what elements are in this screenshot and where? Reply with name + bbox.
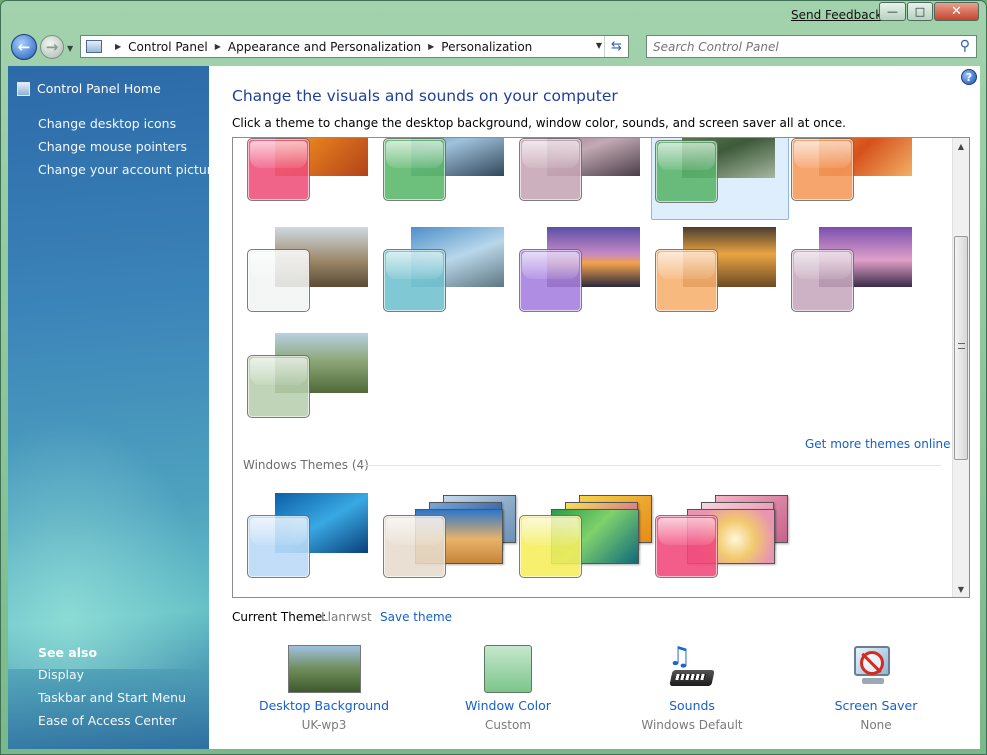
theme-color-swatch xyxy=(247,138,310,201)
breadcrumb-separator-icon[interactable]: ▶ xyxy=(115,42,121,51)
address-dropdown-icon[interactable]: ▼ xyxy=(596,41,602,50)
theme-list-scrollbar[interactable]: ▲ ▼ xyxy=(952,138,969,597)
current-theme-label: Current Theme: xyxy=(232,610,327,624)
theme-tile[interactable] xyxy=(247,138,383,218)
change-desktop-icons-link[interactable]: Change desktop icons xyxy=(38,116,176,131)
taskbar-start-menu-link[interactable]: Taskbar and Start Menu xyxy=(38,690,186,705)
breadcrumb-control-panel[interactable]: Control Panel xyxy=(128,40,208,54)
forward-button[interactable]: → xyxy=(40,35,64,59)
scroll-down-arrow-icon[interactable]: ▼ xyxy=(953,581,969,597)
change-account-picture-link[interactable]: Change your account picture xyxy=(38,162,219,177)
refresh-button[interactable]: ⇆ xyxy=(604,36,628,57)
sidebar-decoration xyxy=(8,419,209,669)
search-box[interactable]: ⚲ xyxy=(646,35,977,58)
sounds-icon: ♫ xyxy=(666,642,718,692)
page-description: Click a theme to change the desktop back… xyxy=(232,116,846,130)
theme-color-swatch xyxy=(655,249,718,312)
screen-saver-link[interactable]: Screen Saver xyxy=(786,698,966,713)
sidebar: Control Panel Home Change desktop icons … xyxy=(8,66,219,749)
theme-color-swatch xyxy=(791,138,854,201)
screen-saver-value: None xyxy=(860,718,892,732)
back-button[interactable]: ← xyxy=(11,34,37,60)
scrollbar-thumb[interactable] xyxy=(954,236,968,460)
ease-of-access-link[interactable]: Ease of Access Center xyxy=(38,713,177,728)
windows-themes-group-label: Windows Themes (4) xyxy=(243,458,369,472)
theme-tile[interactable] xyxy=(247,493,383,595)
breadcrumb-appearance[interactable]: Appearance and Personalization xyxy=(228,40,421,54)
theme-tile[interactable] xyxy=(791,138,927,218)
send-feedback-link[interactable]: Send Feedback xyxy=(791,8,882,22)
search-input[interactable] xyxy=(647,36,937,57)
theme-tile[interactable] xyxy=(519,227,655,329)
theme-tile[interactable] xyxy=(519,493,655,595)
control-panel-home-link[interactable]: Control Panel Home xyxy=(37,81,161,96)
theme-color-swatch xyxy=(655,515,718,578)
theme-tile[interactable] xyxy=(519,138,655,218)
see-also-heading: See also xyxy=(38,645,98,660)
theme-color-swatch xyxy=(655,140,718,203)
theme-tile[interactable] xyxy=(247,227,383,329)
theme-color-swatch xyxy=(519,138,582,201)
get-more-themes-online-link[interactable]: Get more themes online xyxy=(805,437,951,451)
group-divider xyxy=(359,465,941,466)
theme-color-swatch xyxy=(383,515,446,578)
breadcrumb-personalization[interactable]: Personalization xyxy=(441,40,532,54)
breadcrumb-separator-icon[interactable]: ▶ xyxy=(428,42,434,51)
title-bar: Send Feedback — □ ✕ xyxy=(1,1,986,31)
scrollbar-grip xyxy=(958,343,965,349)
desktop-background-value: UK-wp3 xyxy=(301,718,347,732)
theme-tile[interactable] xyxy=(383,227,519,329)
minimize-button[interactable]: — xyxy=(879,2,906,21)
theme-list[interactable]: Get more themes online Windows Themes (4… xyxy=(232,137,970,598)
theme-color-swatch xyxy=(247,249,310,312)
theme-color-swatch xyxy=(247,515,310,578)
search-icon[interactable]: ⚲ xyxy=(960,38,970,54)
main-content: ? Change the visuals and sounds on your … xyxy=(209,66,980,749)
theme-tile[interactable] xyxy=(383,493,519,595)
theme-color-swatch xyxy=(247,355,310,418)
control-panel-icon xyxy=(86,40,102,53)
theme-tile-selected[interactable] xyxy=(651,138,789,220)
theme-color-swatch xyxy=(383,138,446,201)
window-color-link[interactable]: Window Color xyxy=(418,698,598,713)
desktop-background-thumbnail xyxy=(288,645,361,693)
theme-color-swatch xyxy=(519,249,582,312)
scroll-up-arrow-icon[interactable]: ▲ xyxy=(953,138,969,154)
screen-saver-icon xyxy=(848,642,900,692)
window-color-value: Custom xyxy=(485,718,531,732)
change-mouse-pointers-link[interactable]: Change mouse pointers xyxy=(38,139,187,154)
forward-arrow-icon: → xyxy=(45,38,59,56)
current-theme-name: Llanrwst xyxy=(321,610,372,624)
sounds-link[interactable]: Sounds xyxy=(602,698,782,713)
navigation-bar: ← → ▼ ▶ Control Panel ▶ Appearance and P… xyxy=(1,31,986,65)
help-icon[interactable]: ? xyxy=(961,69,977,85)
save-theme-link[interactable]: Save theme xyxy=(380,610,452,624)
window-color-swatch xyxy=(484,645,532,693)
control-panel-home-icon xyxy=(17,82,30,96)
page-title: Change the visuals and sounds on your co… xyxy=(232,87,618,105)
desktop-background-link[interactable]: Desktop Background xyxy=(234,698,414,713)
address-bar[interactable]: ▶ Control Panel ▶ Appearance and Persona… xyxy=(80,35,629,58)
back-arrow-icon: ← xyxy=(17,38,31,56)
theme-tile[interactable] xyxy=(655,493,791,595)
personalization-window: Send Feedback — □ ✕ ← → ▼ ▶ Control Pane… xyxy=(0,0,987,755)
display-link[interactable]: Display xyxy=(38,667,84,682)
breadcrumb-separator-icon[interactable]: ▶ xyxy=(215,42,221,51)
sounds-value: Windows Default xyxy=(641,718,743,732)
theme-tile[interactable] xyxy=(247,333,383,435)
recent-pages-dropdown-icon[interactable]: ▼ xyxy=(67,44,73,53)
theme-color-swatch xyxy=(791,249,854,312)
breadcrumb: ▶ Control Panel ▶ Appearance and Persona… xyxy=(108,40,532,54)
theme-color-swatch xyxy=(519,515,582,578)
theme-color-swatch xyxy=(383,249,446,312)
theme-tile[interactable] xyxy=(655,227,791,329)
theme-tile[interactable] xyxy=(383,138,519,218)
theme-tile[interactable] xyxy=(791,227,927,329)
close-button[interactable]: ✕ xyxy=(934,2,979,21)
maximize-button[interactable]: □ xyxy=(907,2,933,21)
